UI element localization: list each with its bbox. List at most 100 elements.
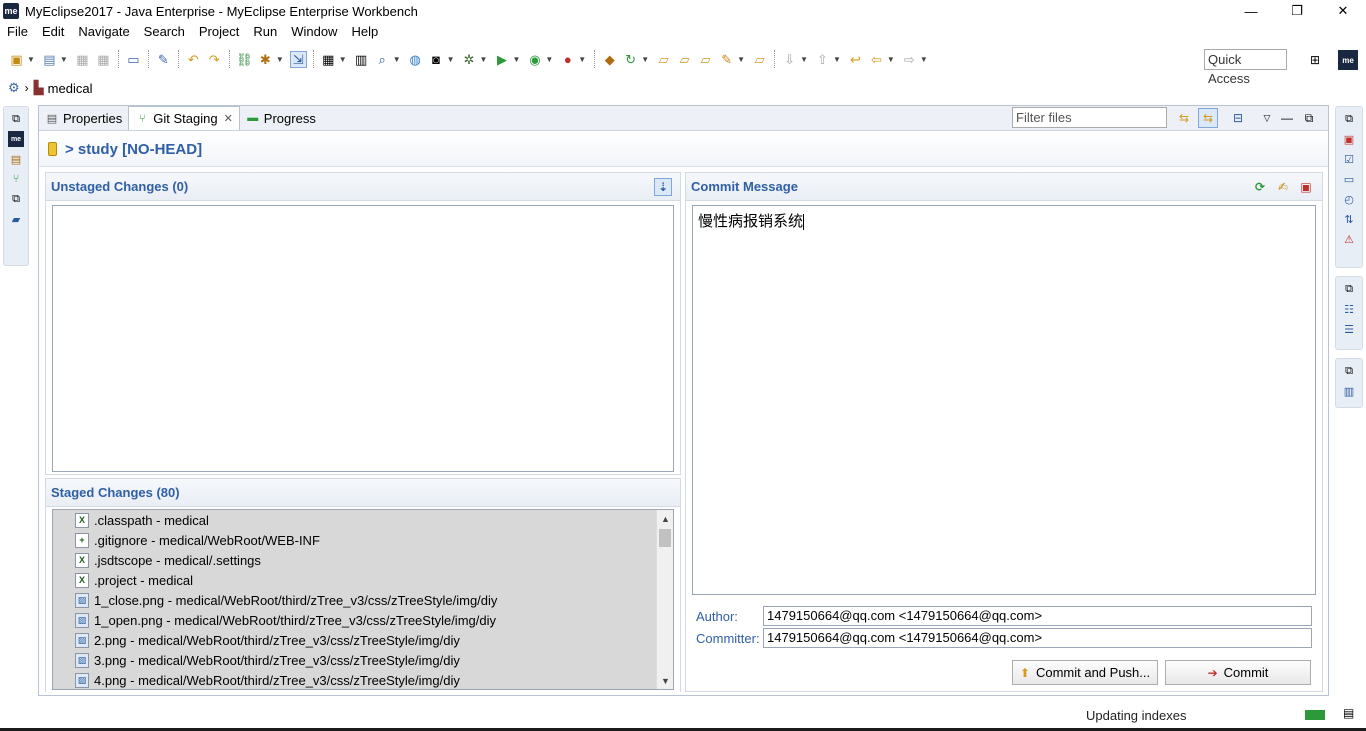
list-item[interactable]: ▨ 1_open.png - medical/WebRoot/third/zTre… <box>53 610 673 630</box>
chevron-down-icon[interactable]: ▼ <box>737 55 745 64</box>
list-item[interactable]: ▨ 2.png - medical/WebRoot/third/zTree_v3/… <box>53 630 673 650</box>
menu-navigate[interactable]: Navigate <box>71 22 136 42</box>
servers-icon[interactable]: ▰ <box>8 211 24 227</box>
restore-icon[interactable]: ⧉ <box>1341 281 1357 297</box>
scroll-down-icon[interactable]: ▼ <box>657 672 673 689</box>
list-item[interactable]: X .jsdtscope - medical/.settings <box>53 550 673 570</box>
minimize-view-icon[interactable]: — <box>1277 108 1297 128</box>
committer-field[interactable]: 1479150664@qq.com <1479150664@qq.com> <box>763 628 1312 648</box>
undo-icon[interactable]: ↶ <box>185 51 202 68</box>
toggle-mark-icon[interactable]: ✎ <box>155 51 172 68</box>
minimize-button[interactable]: — <box>1228 0 1274 22</box>
chevron-down-icon[interactable]: ▼ <box>641 55 649 64</box>
run-server-icon[interactable]: ◉ <box>526 51 543 68</box>
myeclipse-icon[interactable]: me <box>8 131 24 147</box>
chevron-down-icon[interactable]: ▼ <box>887 55 895 64</box>
sort-icon[interactable]: ⇣ <box>654 178 672 196</box>
list-item[interactable]: X .project - medical <box>53 570 673 590</box>
pin-icon[interactable]: ✎ <box>718 51 735 68</box>
change-id-icon[interactable]: ▣ <box>1297 178 1315 196</box>
menu-project[interactable]: Project <box>192 22 246 42</box>
chevron-down-icon[interactable]: ▼ <box>276 55 284 64</box>
problems-icon[interactable]: ⚠ <box>1341 231 1357 247</box>
chevron-down-icon[interactable]: ▼ <box>447 55 455 64</box>
refresh-icon[interactable]: ↻ <box>622 51 639 68</box>
outline-icon[interactable]: ▣ <box>1341 131 1357 147</box>
quick-access-input[interactable]: Quick Access <box>1204 49 1287 86</box>
chevron-down-icon[interactable]: ▼ <box>545 55 553 64</box>
new-project-icon[interactable]: ▤ <box>41 51 58 68</box>
signoff-icon[interactable]: ✍ <box>1274 178 1292 196</box>
repository-title[interactable]: > study [NO-HEAD] <box>65 141 202 158</box>
maximize-view-icon[interactable]: ⧉ <box>1299 108 1319 128</box>
history-icon[interactable]: ◴ <box>1341 191 1357 207</box>
menu-help[interactable]: Help <box>344 22 385 42</box>
restore-icon[interactable]: ⧉ <box>1341 111 1357 127</box>
amend-icon[interactable]: ⟳ <box>1251 178 1269 196</box>
chevron-down-icon[interactable]: ▼ <box>339 55 347 64</box>
menu-search[interactable]: Search <box>137 22 192 42</box>
prev-annotation-icon[interactable]: ⇧ <box>814 51 831 68</box>
inspect-icon[interactable]: ⌕ <box>374 51 391 68</box>
next-annotation-icon[interactable]: ⇩ <box>781 51 798 68</box>
menu-file[interactable]: File <box>0 22 35 42</box>
camera-icon[interactable]: ◙ <box>428 51 445 68</box>
external-tools-icon[interactable]: ● <box>559 51 576 68</box>
menu-run[interactable]: Run <box>246 22 284 42</box>
chevron-down-icon[interactable]: ▼ <box>578 55 586 64</box>
open-perspective-icon[interactable]: ⊞ <box>1305 50 1325 70</box>
menu-edit[interactable]: Edit <box>35 22 71 42</box>
list-item[interactable]: X .classpath - medical <box>53 510 673 530</box>
myeclipse-perspective-icon[interactable]: me <box>1338 50 1358 70</box>
run-icon[interactable]: ▶ <box>493 51 510 68</box>
print-icon[interactable]: ▭ <box>125 51 142 68</box>
list-item[interactable]: + .gitignore - medical/WebRoot/WEB-INF <box>53 530 673 550</box>
commit-and-push-button[interactable]: ⬆ Commit and Push... <box>1012 660 1158 685</box>
new-icon[interactable]: ▣ <box>8 51 25 68</box>
tab-git-staging[interactable]: ⑂ Git Staging ✕ <box>128 106 240 130</box>
commit-button[interactable]: ➔ Commit <box>1165 660 1311 685</box>
restore-icon[interactable]: ⧉ <box>1341 363 1357 379</box>
list-item[interactable]: ▨ 4.png - medical/WebRoot/third/zTree_v3/… <box>53 670 673 689</box>
link-icon[interactable]: ⛓ <box>236 51 253 68</box>
restore-icon[interactable]: ⧉ <box>8 111 24 127</box>
palette-icon[interactable]: ▥ <box>1341 383 1357 399</box>
progress-indicator[interactable] <box>1305 710 1325 720</box>
open-folder-icon[interactable]: ▱ <box>655 51 672 68</box>
chevron-down-icon[interactable]: ▼ <box>480 55 488 64</box>
list-item[interactable]: ▨ 3.png - medical/WebRoot/third/zTree_v3/… <box>53 650 673 670</box>
table-icon[interactable]: ▥ <box>353 51 370 68</box>
refresh-icon[interactable]: ⇆ <box>1174 108 1194 128</box>
close-icon[interactable]: ✕ <box>224 112 233 125</box>
last-edit-icon[interactable]: ↩ <box>847 51 864 68</box>
save-all-icon[interactable]: ▦ <box>95 51 112 68</box>
deploy-icon[interactable]: ◆ <box>601 51 618 68</box>
link-selection-icon[interactable]: ⇆ <box>1198 108 1218 128</box>
globe-icon[interactable]: ◍ <box>407 51 424 68</box>
filter-files-input[interactable]: Filter files <box>1012 107 1167 128</box>
chevron-down-icon[interactable]: ▼ <box>920 55 928 64</box>
tab-properties[interactable]: ▤ Properties <box>39 106 128 130</box>
window-select-icon[interactable]: ⇲ <box>289 50 307 68</box>
staged-list[interactable]: X .classpath - medical + .gitignore - medi… <box>52 509 674 690</box>
git-icon[interactable]: ⑂ <box>8 171 24 187</box>
scroll-thumb[interactable] <box>659 529 671 547</box>
workspace-icon[interactable]: ⚙ <box>8 80 20 96</box>
list-item[interactable]: ▨ 1_close.png - medical/WebRoot/third/zTr… <box>53 590 673 610</box>
scroll-up-icon[interactable]: ▲ <box>657 510 673 527</box>
search-tool-icon[interactable]: ✱ <box>257 51 274 68</box>
restore-button[interactable]: ❐ <box>1274 0 1320 22</box>
presentation-icon[interactable]: ⊟ <box>1228 108 1248 128</box>
grid-icon[interactable]: ▦ <box>320 51 337 68</box>
restore-icon[interactable]: ⧉ <box>8 191 24 207</box>
chevron-down-icon[interactable]: ▼ <box>800 55 808 64</box>
unstaged-list[interactable] <box>52 205 674 472</box>
commit-message-input[interactable]: 慢性病报销系统 <box>692 205 1316 595</box>
breadcrumb-project[interactable]: medical <box>48 81 93 96</box>
chevron-down-icon[interactable]: ▼ <box>27 55 35 64</box>
chevron-down-icon[interactable]: ▼ <box>393 55 401 64</box>
forward-icon[interactable]: ⇨ <box>901 51 918 68</box>
back-icon[interactable]: ⇦ <box>868 51 885 68</box>
author-field[interactable]: 1479150664@qq.com <1479150664@qq.com> <box>763 606 1312 626</box>
folder-icon[interactable]: ▱ <box>751 51 768 68</box>
